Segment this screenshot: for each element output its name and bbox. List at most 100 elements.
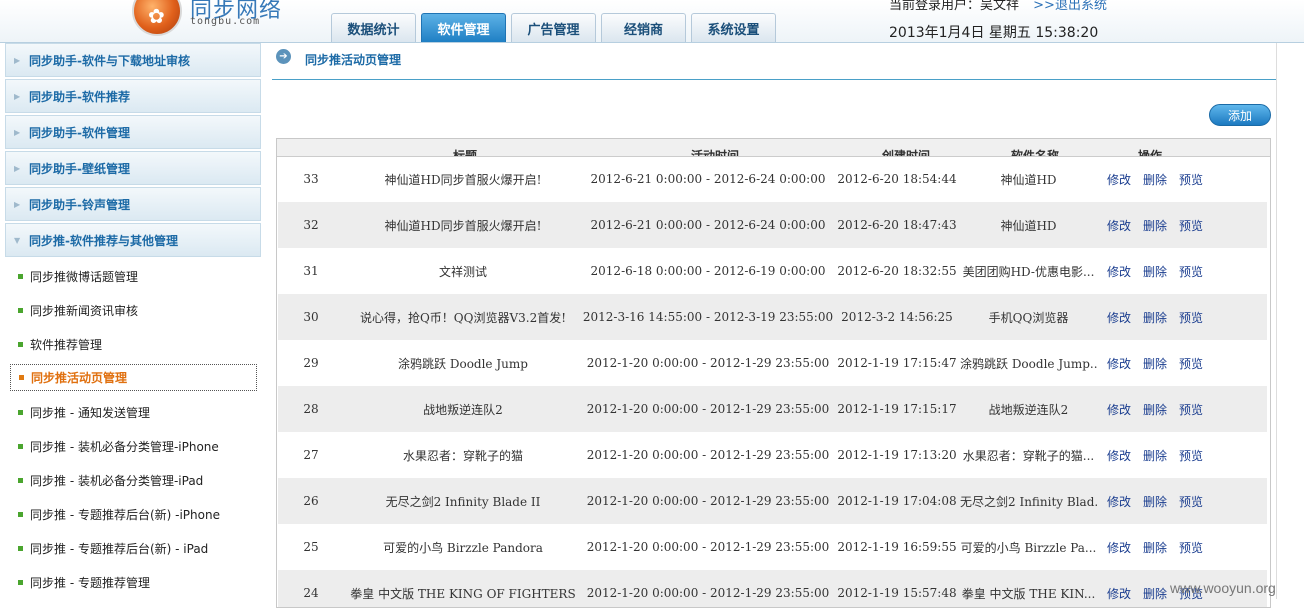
sidebar-item-topic-ipad[interactable]: 同步推 - 专题推荐后台(新) - iPad xyxy=(5,531,261,565)
logo-subtitle: tongbu.com xyxy=(190,16,261,27)
row-id: 28 xyxy=(303,402,319,416)
bullet-icon xyxy=(18,477,23,483)
preview-link[interactable]: 预览 xyxy=(1179,171,1203,188)
sidebar-item-notify[interactable]: 同步推 - 通知发送管理 xyxy=(5,395,261,429)
logout-link[interactable]: >>退出系统 xyxy=(1033,0,1107,13)
current-user: 当前登录用户：吴文祥 xyxy=(889,0,1020,13)
table-row: 31 文祥测试 2012-6-18 0:00:00 - 2012-6-19 0:00… xyxy=(278,248,1267,294)
edit-link[interactable]: 修改 xyxy=(1107,355,1131,372)
user-info: 当前登录用户：吴文祥 >>退出系统 xyxy=(889,0,1107,13)
main-content: ➔ 同步推活动页管理 添加 标题 活动时间 创建时间 软件名称 操作 33 神仙道… xyxy=(272,43,1276,608)
sidebar: ▶ 同步助手-软件与下载地址审核 ▶ 同步助手-软件推荐 ▶ 同步助手-软件管理 ▶ 同… xyxy=(5,43,261,599)
expand-icon: ▶ xyxy=(14,55,21,65)
sidebar-group-software[interactable]: ▶ 同步助手-软件管理 xyxy=(5,115,261,149)
row-actions: 修改 删除 预览 xyxy=(1097,539,1267,556)
row-software-name: 可爱的小鸟 Birzzle Pa... xyxy=(960,540,1097,555)
delete-link[interactable]: 删除 xyxy=(1143,217,1167,234)
sidebar-item-topic-manage[interactable]: 同步推 - 专题推荐管理 xyxy=(5,565,261,599)
delete-link[interactable]: 删除 xyxy=(1143,447,1167,464)
preview-link[interactable]: 预览 xyxy=(1179,263,1203,280)
bullet-icon xyxy=(18,443,23,449)
delete-link[interactable]: 删除 xyxy=(1143,309,1167,326)
row-title: 神仙道HD同步首服火爆开启! xyxy=(384,172,542,187)
collapse-icon: ▼ xyxy=(14,235,21,245)
delete-link[interactable]: 删除 xyxy=(1143,539,1167,556)
current-datetime: 2013年1月4日 星期五 15:38:20 xyxy=(889,25,1099,41)
sidebar-item-essentials-ipad[interactable]: 同步推 - 装机必备分类管理-iPad xyxy=(5,463,261,497)
main-nav: 数据统计 软件管理 广告管理 经销商 系统设置 xyxy=(331,13,776,42)
sidebar-group-ringtone[interactable]: ▶ 同步助手-铃声管理 xyxy=(5,187,261,221)
row-software-name: 手机QQ浏览器 xyxy=(988,310,1069,325)
sidebar-group-wallpaper[interactable]: ▶ 同步助手-壁纸管理 xyxy=(5,151,261,185)
row-actions: 修改 删除 预览 xyxy=(1097,401,1267,418)
edit-link[interactable]: 修改 xyxy=(1107,263,1131,280)
edit-link[interactable]: 修改 xyxy=(1107,539,1131,556)
sidebar-item-essentials-iphone[interactable]: 同步推 - 装机必备分类管理-iPhone xyxy=(5,429,261,463)
preview-link[interactable]: 预览 xyxy=(1179,401,1203,418)
delete-link[interactable]: 删除 xyxy=(1143,263,1167,280)
page-title: 同步推活动页管理 xyxy=(305,53,402,67)
divider xyxy=(1276,43,1277,599)
edit-link[interactable]: 修改 xyxy=(1107,171,1131,188)
row-created-time: 2012-1-19 17:15:47 xyxy=(837,356,957,370)
tab-ads[interactable]: 广告管理 xyxy=(511,13,596,42)
preview-link[interactable]: 预览 xyxy=(1179,217,1203,234)
row-activity-time: 2012-6-21 0:00:00 - 2012-6-24 0:00:00 xyxy=(590,218,826,232)
row-id: 29 xyxy=(303,356,319,370)
preview-link[interactable]: 预览 xyxy=(1179,539,1203,556)
sidebar-group-review[interactable]: ▶ 同步助手-软件与下载地址审核 xyxy=(5,43,261,77)
edit-link[interactable]: 修改 xyxy=(1107,447,1131,464)
edit-link[interactable]: 修改 xyxy=(1107,217,1131,234)
bullet-icon xyxy=(18,511,23,517)
edit-link[interactable]: 修改 xyxy=(1107,309,1131,326)
preview-link[interactable]: 预览 xyxy=(1179,355,1203,372)
preview-link[interactable]: 预览 xyxy=(1179,447,1203,464)
row-title: 无尽之剑2 Infinity Blade II xyxy=(385,494,541,509)
row-activity-time: 2012-1-20 0:00:00 - 2012-1-29 23:55:00 xyxy=(586,356,830,370)
logo-icon: ✿ xyxy=(132,0,182,36)
sidebar-group-push[interactable]: ▼ 同步推-软件推荐与其他管理 xyxy=(5,223,261,257)
sidebar-item-activity-page[interactable]: 同步推活动页管理 xyxy=(10,364,257,391)
sidebar-item-weibo[interactable]: 同步推微博话题管理 xyxy=(5,259,261,293)
preview-link[interactable]: 预览 xyxy=(1179,309,1203,326)
bullet-icon xyxy=(18,579,23,585)
page-header: ➔ 同步推活动页管理 xyxy=(272,43,1276,80)
delete-link[interactable]: 删除 xyxy=(1143,493,1167,510)
tab-dealers[interactable]: 经销商 xyxy=(601,13,686,42)
tab-settings[interactable]: 系统设置 xyxy=(691,13,776,42)
delete-link[interactable]: 删除 xyxy=(1143,401,1167,418)
sidebar-item-topic-iphone[interactable]: 同步推 - 专题推荐后台(新) -iPhone xyxy=(5,497,261,531)
row-created-time: 2012-6-20 18:32:55 xyxy=(837,264,957,278)
table-row: 32 神仙道HD同步首服火爆开启! 2012-6-21 0:00:00 - 2012… xyxy=(278,202,1267,248)
table-row: 25 可爱的小鸟 Birzzle Pandora 2012-1-20 0:00:00… xyxy=(278,524,1267,570)
row-software-name: 神仙道HD xyxy=(1000,218,1057,233)
table-row: 24 拳皇 中文版 THE KING OF FIGHTERS 2012-1-20 0… xyxy=(278,570,1267,607)
table-body: 33 神仙道HD同步首服火爆开启! 2012-6-21 0:00:00 - 2012… xyxy=(278,156,1267,607)
row-created-time: 2012-1-19 17:04:08 xyxy=(837,494,957,508)
sidebar-group-recommend[interactable]: ▶ 同步助手-软件推荐 xyxy=(5,79,261,113)
tab-stats[interactable]: 数据统计 xyxy=(331,13,416,42)
edit-link[interactable]: 修改 xyxy=(1107,493,1131,510)
sidebar-item-news[interactable]: 同步推新闻资讯审核 xyxy=(5,293,261,327)
row-software-name: 水果忍者：穿靴子的猫... xyxy=(962,448,1095,463)
row-title: 神仙道HD同步首服火爆开启! xyxy=(384,218,542,233)
table-row: 28 战地叛逆连队2 2012-1-20 0:00:00 - 2012-1-29 2… xyxy=(278,386,1267,432)
delete-link[interactable]: 删除 xyxy=(1143,171,1167,188)
row-id: 31 xyxy=(303,264,319,278)
edit-link[interactable]: 修改 xyxy=(1107,401,1131,418)
row-software-name: 无尽之剑2 Infinity Blad... xyxy=(960,494,1097,509)
row-title: 水果忍者：穿靴子的猫 xyxy=(402,448,523,463)
sidebar-item-software-recommend[interactable]: 软件推荐管理 xyxy=(5,327,261,361)
row-title: 战地叛逆连队2 xyxy=(423,402,503,417)
row-activity-time: 2012-1-20 0:00:00 - 2012-1-29 23:55:00 xyxy=(586,494,830,508)
tab-software[interactable]: 软件管理 xyxy=(421,13,506,42)
row-activity-time: 2012-3-16 14:55:00 - 2012-3-19 23:55:00 xyxy=(582,310,834,324)
row-title: 说心得，抢Q币！QQ浏览器V3.2首发! xyxy=(359,310,567,325)
add-button[interactable]: 添加 xyxy=(1209,104,1271,126)
delete-link[interactable]: 删除 xyxy=(1143,355,1167,372)
expand-icon: ▶ xyxy=(14,127,21,137)
row-id: 26 xyxy=(303,494,319,508)
expand-icon: ▶ xyxy=(14,91,21,101)
arrow-right-icon: ➔ xyxy=(276,49,291,64)
preview-link[interactable]: 预览 xyxy=(1179,493,1203,510)
